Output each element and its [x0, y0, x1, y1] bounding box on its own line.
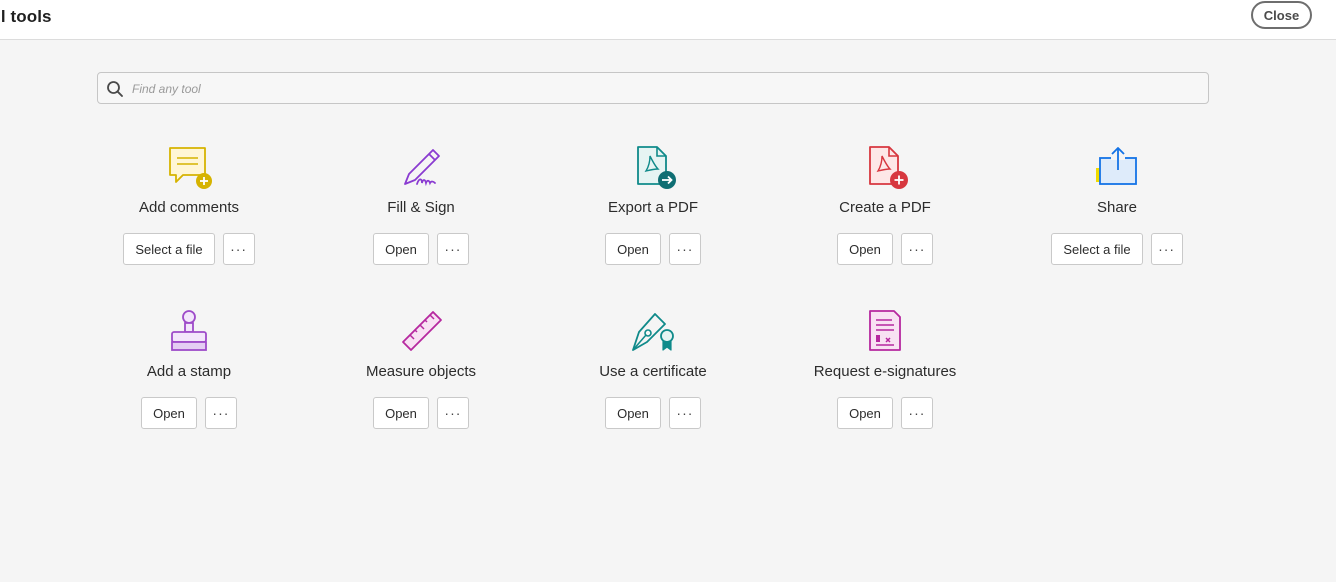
tool-name: Create a PDF — [839, 199, 931, 216]
request-esign-icon — [859, 308, 911, 354]
certificate-icon — [627, 308, 679, 354]
pen-sign-icon — [395, 144, 447, 190]
search-input[interactable] — [130, 73, 1194, 105]
tool-use-certificate: Use a certificate Open ··· — [553, 308, 753, 438]
more-options-button[interactable]: ··· — [436, 233, 469, 265]
more-options-button[interactable]: ··· — [204, 397, 237, 429]
ruler-icon — [395, 308, 447, 354]
open-button[interactable]: Open — [373, 397, 429, 429]
create-pdf-icon — [859, 144, 911, 190]
open-button[interactable]: Open — [837, 233, 893, 265]
tool-add-comments: Add comments Select a file ··· — [89, 144, 289, 274]
export-pdf-icon — [627, 144, 679, 190]
more-options-button[interactable]: ··· — [436, 397, 469, 429]
tool-export-pdf: Export a PDF Open ··· — [553, 144, 753, 274]
top-bar: ll tools Close — [0, 0, 1336, 40]
tool-name: Measure objects — [365, 363, 477, 380]
tool-name: Add a stamp — [146, 363, 232, 380]
more-options-button[interactable]: ··· — [668, 397, 701, 429]
stamp-icon — [163, 308, 215, 354]
close-button[interactable]: Close — [1251, 1, 1312, 29]
tool-add-stamp: Add a stamp Open ··· — [89, 308, 289, 438]
more-options-button[interactable]: ··· — [1150, 233, 1183, 265]
tool-fill-sign: Fill & Sign Open ··· — [321, 144, 521, 274]
select-file-button[interactable]: Select a file — [123, 233, 215, 265]
search-icon — [107, 81, 123, 97]
tool-request-esignatures: Request e-signatures Open ··· — [785, 308, 985, 438]
tool-create-pdf: Create a PDF Open ··· — [785, 144, 985, 274]
more-options-button[interactable]: ··· — [222, 233, 255, 265]
more-options-button[interactable]: ··· — [668, 233, 701, 265]
tool-name: Export a PDF — [607, 199, 699, 216]
tool-measure-objects: Measure objects Open ··· — [321, 308, 521, 438]
search-box[interactable] — [97, 72, 1209, 105]
comment-add-icon — [163, 144, 215, 190]
tool-name: Request e-signatures — [813, 363, 957, 380]
tool-share: Share Select a file ··· — [1017, 144, 1217, 274]
open-button[interactable]: Open — [605, 397, 661, 429]
page-title: ll tools — [0, 7, 52, 26]
share-icon — [1091, 144, 1143, 190]
open-button[interactable]: Open — [373, 233, 429, 265]
open-button[interactable]: Open — [605, 233, 661, 265]
tool-name: Fill & Sign — [387, 199, 455, 216]
open-button[interactable]: Open — [837, 397, 893, 429]
tool-name: Share — [1096, 199, 1138, 216]
select-file-button[interactable]: Select a file — [1051, 233, 1143, 265]
more-options-button[interactable]: ··· — [900, 233, 933, 265]
open-button[interactable]: Open — [141, 397, 197, 429]
more-options-button[interactable]: ··· — [900, 397, 933, 429]
tool-name: Add comments — [138, 199, 240, 216]
tool-name: Use a certificate — [599, 363, 707, 380]
